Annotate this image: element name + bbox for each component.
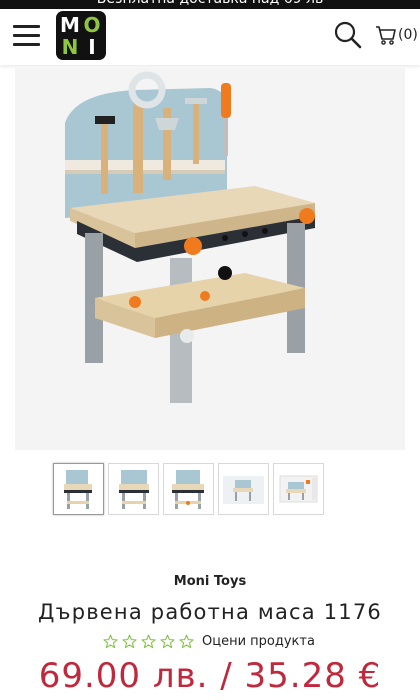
promo-text: Безплатна доставка над 69 лв — [0, 0, 420, 8]
thumbnail-2[interactable] — [108, 463, 159, 515]
product-title: Дървена работна маса 1176 — [38, 600, 382, 624]
cart-icon — [376, 26, 396, 45]
promo-bar: Безплатна доставка над 69 лв — [0, 0, 420, 9]
cart-count: (0) — [398, 27, 418, 43]
logo-letter-n: N — [61, 35, 79, 59]
star-icon[interactable] — [103, 634, 118, 649]
logo-letter-o: O — [83, 13, 101, 37]
star-icon[interactable] — [160, 634, 175, 649]
product-brand[interactable]: Moni Toys — [0, 574, 420, 589]
star-icon[interactable] — [141, 634, 156, 649]
menu-icon[interactable] — [13, 23, 40, 49]
rate-product-link[interactable]: Оцени продукта — [202, 634, 315, 649]
product-main-image[interactable] — [15, 68, 405, 450]
thumbnail-strip — [53, 463, 324, 515]
logo[interactable]: M O N I — [56, 11, 106, 60]
star-icon[interactable] — [122, 634, 137, 649]
star-icon[interactable] — [179, 634, 194, 649]
search-icon[interactable] — [333, 20, 363, 50]
thumbnail-3[interactable] — [163, 463, 214, 515]
product-price: 69.00 лв. / 35.28 € — [38, 656, 382, 696]
rating-row: Оцени продукта — [103, 634, 315, 649]
logo-letter-m: M — [60, 13, 80, 37]
logo-letter-i: I — [88, 35, 96, 59]
thumbnail-5[interactable] — [273, 463, 324, 515]
thumbnail-4[interactable] — [218, 463, 269, 515]
cart-button[interactable]: (0) — [375, 21, 418, 49]
header: M O N I (0) — [0, 9, 420, 65]
thumbnail-1[interactable] — [53, 463, 104, 515]
